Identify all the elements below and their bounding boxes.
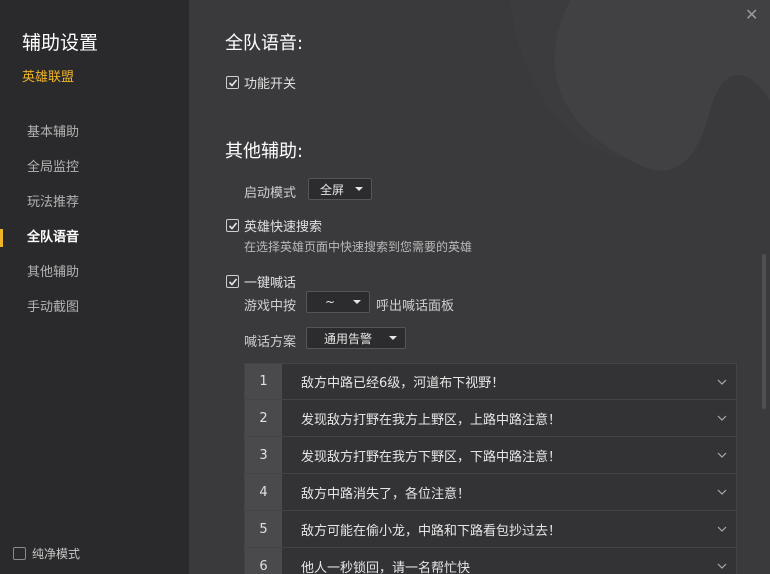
pure-mode-checkbox[interactable]: 纯净模式 xyxy=(13,545,80,562)
hotkey-dropdown[interactable]: ~ xyxy=(306,291,370,313)
hotkey-value: ~ xyxy=(324,295,336,309)
chevron-down-icon[interactable] xyxy=(708,452,736,458)
sidebar: 辅助设置 英雄联盟 基本辅助 全局监控 玩法推荐 全队语音 其他辅助 手动截图 … xyxy=(0,0,189,574)
sidebar-nav: 基本辅助 全局监控 玩法推荐 全队语音 其他辅助 手动截图 xyxy=(0,122,189,332)
plan-dropdown[interactable]: 通用告警 xyxy=(306,327,406,349)
team-voice-title: 全队语音: xyxy=(225,33,304,54)
sidebar-item-team-voice[interactable]: 全队语音 xyxy=(0,227,189,262)
list-item[interactable]: 5 敌方可能在偷小龙，中路和下路看包抄过去！ xyxy=(244,511,737,548)
pure-mode-box xyxy=(13,547,26,560)
plan-label: 喊话方案 xyxy=(244,335,297,350)
chevron-down-icon xyxy=(355,187,363,191)
launch-mode-value: 全屏 xyxy=(319,182,344,197)
message-text: 敌方中路消失了，各位注意！ xyxy=(301,486,471,502)
sidebar-item-screenshot[interactable]: 手动截图 xyxy=(0,297,189,332)
launch-mode-label: 启动模式 xyxy=(244,186,297,201)
list-item[interactable]: 2 发现敌方打野在我方上野区，上路中路注意！ xyxy=(244,400,737,437)
sidebar-item-gameplay[interactable]: 玩法推荐 xyxy=(0,192,189,227)
hotkey-suffix: 呼出喊话面板 xyxy=(376,299,455,314)
message-text: 发现敌方打野在我方上野区，上路中路注意！ xyxy=(301,412,562,428)
list-item[interactable]: 4 敌方中路消失了，各位注意！ xyxy=(244,474,737,511)
in-game-label: 游戏中按 xyxy=(244,299,297,314)
list-item[interactable]: 1 敌方中路已经6级，河道布下视野！ xyxy=(244,363,737,400)
checkbox-checked-icon xyxy=(226,76,239,89)
sidebar-title: 辅助设置 xyxy=(22,32,99,54)
plan-value: 通用告警 xyxy=(323,331,372,346)
chevron-down-icon[interactable] xyxy=(708,379,736,385)
chevron-down-icon[interactable] xyxy=(708,526,736,532)
message-list: 1 敌方中路已经6级，河道布下视野！ 2 发现敌方打野在我方上野区，上路中路注意… xyxy=(244,363,737,574)
message-number: 1 xyxy=(245,364,282,399)
checkbox-checked-icon xyxy=(226,219,239,232)
game-name: 英雄联盟 xyxy=(22,70,75,85)
pure-mode-label: 纯净模式 xyxy=(32,547,81,561)
wave-decoration xyxy=(510,0,770,171)
other-title: 其他辅助: xyxy=(225,141,304,162)
message-number: 2 xyxy=(245,400,282,436)
sidebar-item-other[interactable]: 其他辅助 xyxy=(0,262,189,297)
chevron-down-icon xyxy=(353,300,361,304)
checkbox-checked-icon xyxy=(226,275,239,288)
hero-search-label: 英雄快速搜索 xyxy=(244,220,323,235)
main-panel: ✕ 全队语音: 功能开关 其他辅助: 启动模式 全屏 英雄快速搜索 在选择英雄页… xyxy=(189,0,770,574)
launch-mode-dropdown[interactable]: 全屏 xyxy=(308,178,372,200)
hero-search-desc: 在选择英雄页面中快速搜索到您需要的英雄 xyxy=(244,240,473,254)
shout-label: 一键喊话 xyxy=(244,276,297,291)
hero-search-toggle[interactable]: 英雄快速搜索 xyxy=(226,216,322,235)
message-number: 3 xyxy=(245,437,282,473)
close-icon[interactable]: ✕ xyxy=(745,5,758,24)
message-text: 发现敌方打野在我方下野区，下路中路注意！ xyxy=(301,449,562,465)
chevron-down-icon[interactable] xyxy=(708,415,736,421)
chevron-down-icon xyxy=(389,336,397,340)
message-number: 6 xyxy=(245,548,282,574)
message-text: 他人一秒锁回，请一名帮忙快 xyxy=(301,560,471,574)
chevron-down-icon[interactable] xyxy=(708,563,736,569)
list-item[interactable]: 3 发现敌方打野在我方下野区，下路中路注意！ xyxy=(244,437,737,474)
message-number: 5 xyxy=(245,511,282,547)
sidebar-item-global-monitor[interactable]: 全局监控 xyxy=(0,157,189,192)
chevron-down-icon[interactable] xyxy=(708,489,736,495)
sidebar-item-basic[interactable]: 基本辅助 xyxy=(0,122,189,157)
message-number: 4 xyxy=(245,474,282,510)
team-voice-toggle-label: 功能开关 xyxy=(244,77,297,92)
team-voice-toggle[interactable]: 功能开关 xyxy=(226,73,296,92)
list-item[interactable]: 6 他人一秒锁回，请一名帮忙快 xyxy=(244,548,737,574)
scrollbar[interactable] xyxy=(762,254,766,409)
message-text: 敌方中路已经6级，河道布下视野！ xyxy=(301,376,505,391)
message-text: 敌方可能在偷小龙，中路和下路看包抄过去！ xyxy=(301,523,562,539)
shout-toggle[interactable]: 一键喊话 xyxy=(226,272,296,291)
